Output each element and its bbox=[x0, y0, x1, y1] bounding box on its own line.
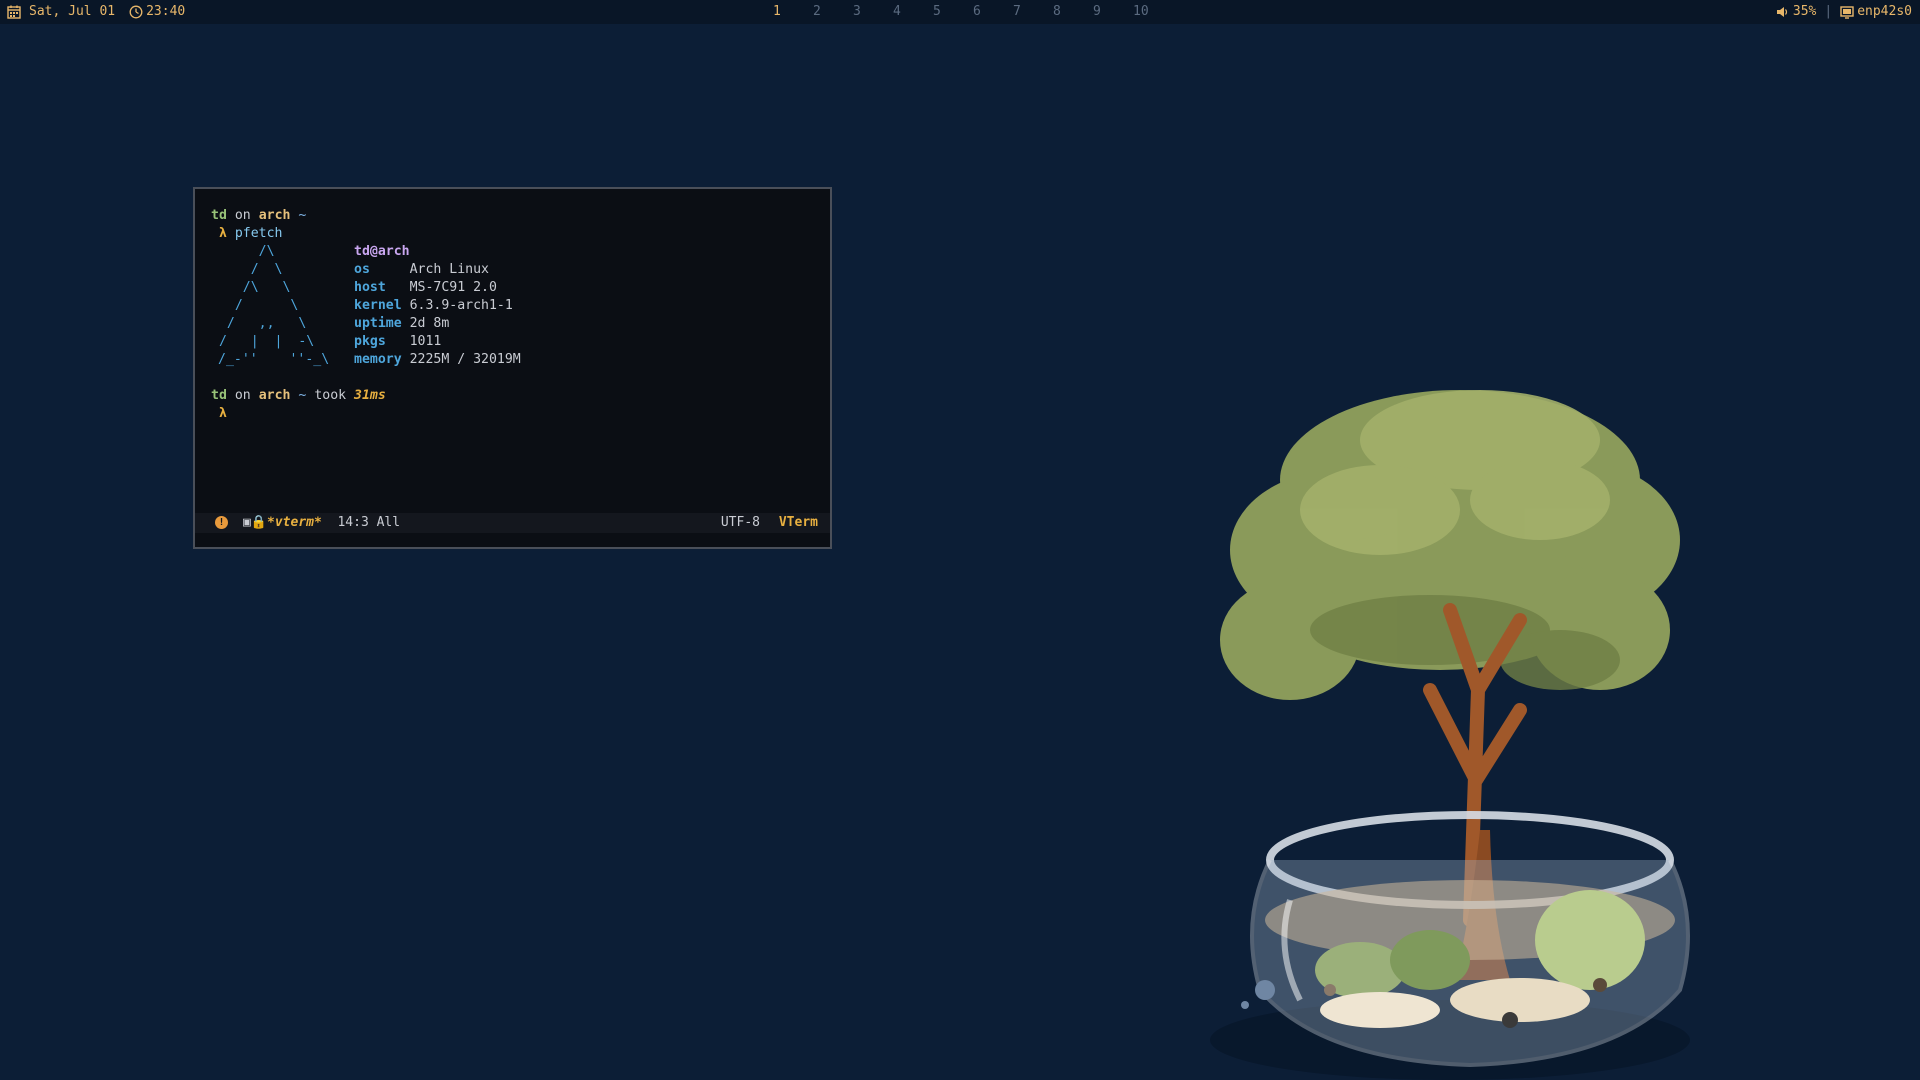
fetch-pad bbox=[386, 280, 410, 295]
clock-icon bbox=[129, 5, 143, 19]
fetch-key: host bbox=[354, 280, 386, 295]
bar-time[interactable]: 23:40 bbox=[146, 4, 185, 19]
cursor-position: 14:3 All bbox=[337, 515, 401, 530]
prompt-dir: ~ bbox=[298, 208, 307, 223]
fetch-pad bbox=[402, 352, 410, 367]
fetch-row-uptime: uptime 2d 8m bbox=[354, 315, 449, 333]
volume-icon bbox=[1775, 5, 1789, 19]
input-line[interactable]: λ bbox=[211, 405, 227, 423]
network-icon bbox=[1840, 5, 1854, 19]
workspace-2[interactable]: 2 bbox=[813, 4, 853, 19]
prompt-on: on bbox=[234, 388, 251, 403]
fetch-key: kernel bbox=[354, 298, 402, 313]
took-value: 31ms bbox=[354, 388, 386, 403]
prompt-host: arch bbox=[258, 388, 291, 403]
arch-logo-line: / \ bbox=[211, 262, 283, 277]
command-line: λ pfetch bbox=[211, 225, 283, 243]
arch-logo-line: / \ bbox=[211, 298, 299, 313]
lock-icon: 🔒 bbox=[250, 515, 268, 530]
prompt-on: on bbox=[234, 208, 251, 223]
bar-separator: | bbox=[1824, 4, 1833, 19]
workspace-4[interactable]: 4 bbox=[893, 4, 933, 19]
fetch-pad bbox=[370, 262, 410, 277]
arch-logo-line: / | | -\ bbox=[211, 334, 315, 349]
modeline-left: ▣🔒*vterm* 14:3 All bbox=[243, 513, 400, 533]
workspace-3[interactable]: 3 bbox=[853, 4, 893, 19]
workspace-7[interactable]: 7 bbox=[1013, 4, 1053, 19]
terminal-window[interactable]: td on arch ~ λ pfetch /\ / \ /\ \ / \ / … bbox=[193, 187, 832, 549]
arch-logo-line: / ,, \ bbox=[211, 316, 307, 331]
workspace-10[interactable]: 10 bbox=[1133, 4, 1173, 19]
fetch-pad bbox=[402, 316, 410, 331]
fetch-value: 6.3.9-arch1-1 bbox=[409, 298, 513, 313]
prompt-line-2: td on arch ~ took 31ms bbox=[211, 387, 386, 405]
volume-level[interactable]: 35% bbox=[1793, 4, 1816, 19]
workspace-1[interactable]: 1 bbox=[773, 4, 813, 19]
fetch-key: os bbox=[354, 262, 370, 277]
major-mode[interactable]: VTerm bbox=[779, 513, 818, 533]
prompt-host: arch bbox=[258, 208, 291, 223]
fetch-pad bbox=[386, 334, 410, 349]
prompt-lambda: λ bbox=[218, 406, 227, 421]
prompt-user: td bbox=[211, 388, 227, 403]
prompt-line-1: td on arch ~ bbox=[211, 207, 306, 225]
calendar-icon bbox=[7, 5, 21, 19]
warning-icon[interactable]: ! bbox=[215, 516, 228, 529]
fetch-row-pkgs: pkgs 1011 bbox=[354, 333, 441, 351]
fetch-value: Arch Linux bbox=[409, 262, 489, 277]
buffer-name[interactable]: *vterm* bbox=[267, 515, 322, 530]
command-text: pfetch bbox=[234, 226, 283, 241]
fetch-row-kernel: kernel 6.3.9-arch1-1 bbox=[354, 297, 513, 315]
prompt-lambda: λ bbox=[218, 226, 227, 241]
arch-logo-line: /_-'' ''-_\ bbox=[218, 352, 330, 367]
prompt-dir: ~ bbox=[298, 388, 307, 403]
fetch-value: 1011 bbox=[409, 334, 442, 349]
fetch-title: td@arch bbox=[354, 244, 410, 259]
bar-left: Sat, Jul 01 23:40 bbox=[7, 4, 185, 19]
arch-logo-line: /\ \ bbox=[211, 280, 291, 295]
prompt-user: td bbox=[211, 208, 227, 223]
workspace-9[interactable]: 9 bbox=[1093, 4, 1133, 19]
bar-date[interactable]: Sat, Jul 01 bbox=[29, 4, 115, 19]
fetch-row-host: host MS-7C91 2.0 bbox=[354, 279, 497, 297]
workspace-switcher: 1 2 3 4 5 6 7 8 9 10 bbox=[773, 4, 1173, 19]
fetch-key: uptime bbox=[354, 316, 402, 331]
fetch-value: 2d 8m bbox=[409, 316, 450, 331]
workspace-6[interactable]: 6 bbox=[973, 4, 1013, 19]
modeline: ! ▣🔒*vterm* 14:3 All UTF-8 VTerm bbox=[195, 513, 830, 533]
fetch-pad bbox=[402, 298, 410, 313]
bar-right: 35% | enp42s0 bbox=[1775, 4, 1912, 19]
top-bar: Sat, Jul 01 23:40 1 2 3 4 5 6 7 8 9 10 3… bbox=[0, 0, 1920, 24]
encoding[interactable]: UTF-8 bbox=[721, 513, 760, 533]
wallpaper-tree-bowl bbox=[1210, 390, 1690, 1080]
fetch-value: MS-7C91 2.0 bbox=[409, 280, 497, 295]
fetch-key: memory bbox=[354, 352, 402, 367]
fetch-value: 2225M / 32019M bbox=[409, 352, 521, 367]
network-interface[interactable]: enp42s0 bbox=[1857, 4, 1912, 19]
arch-logo-line: /\ bbox=[211, 244, 275, 259]
fetch-key: pkgs bbox=[354, 334, 386, 349]
terminal-icon: ▣ bbox=[243, 515, 251, 530]
fetch-row-os: os Arch Linux bbox=[354, 261, 489, 279]
fetch-row-memory: memory 2225M / 32019M bbox=[354, 351, 521, 369]
workspace-8[interactable]: 8 bbox=[1053, 4, 1093, 19]
took-label: took bbox=[314, 388, 347, 403]
workspace-5[interactable]: 5 bbox=[933, 4, 973, 19]
